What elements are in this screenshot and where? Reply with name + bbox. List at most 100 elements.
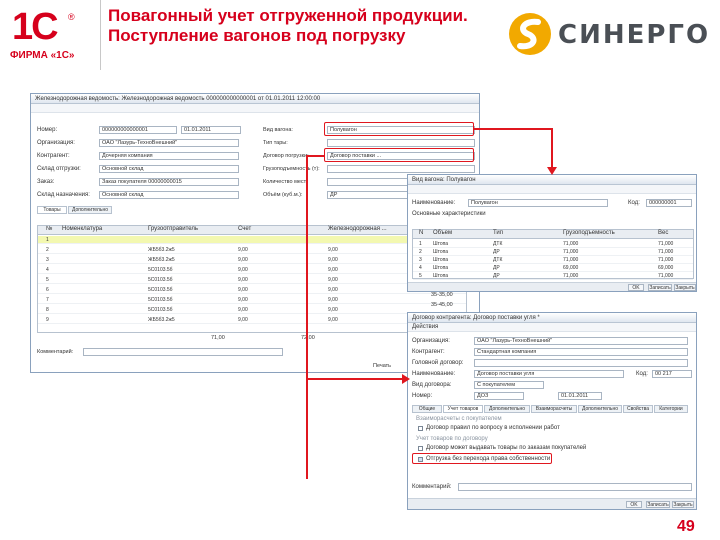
print-button[interactable]: Печать	[373, 362, 391, 370]
wagon-grid: N Объем Тип Грузоподъемность Вес 1 Штопа Д…	[412, 229, 694, 280]
capacity-field[interactable]	[327, 165, 475, 173]
table-row[interactable]: 7 5С0103.5б 9,00 9,00	[38, 296, 466, 304]
grid-cell-qty: 9,00	[238, 267, 248, 273]
grid-cell-code: ЖБ5б3.2ж5	[148, 257, 175, 263]
contract-date-field[interactable]: 01.01.2011	[558, 392, 602, 400]
tab-goods[interactable]: Товары	[37, 206, 67, 214]
grid-cell-qty2: 9,00	[328, 277, 338, 283]
connector-2-h1	[306, 155, 324, 157]
wagon-cell-a: Штопа	[433, 241, 449, 247]
sinergo-emblem-icon	[509, 13, 551, 55]
organization-field[interactable]: ОАО "Лазурь-ТехноВнешний"	[99, 139, 239, 147]
grid-cell-qty2: 9,00	[328, 287, 338, 293]
table-row[interactable]: 9 ЖБ5б3.2ж5 9,00 9,00	[38, 316, 466, 324]
contract-org-field[interactable]: ОАО "Лазурь-ТехноВнешний"	[474, 337, 688, 345]
contract-tab[interactable]: Общие	[412, 405, 442, 413]
contract-contractor-field[interactable]: Стандартная компания	[474, 348, 688, 356]
contract-window: Договор контрагента: Договор поставки уг…	[407, 312, 697, 510]
contract-name-field[interactable]: Договор поставки угля	[474, 370, 624, 378]
contract-code-field[interactable]: 00 217	[652, 370, 692, 378]
grid-cell-qty: 9,00	[238, 307, 248, 313]
order-field[interactable]: Заказ покупателя 00000000015	[99, 178, 239, 186]
grid-header-name: Номенклатура	[62, 226, 103, 232]
connector-1-h	[474, 128, 552, 130]
contract-parent-field[interactable]	[474, 359, 688, 367]
wagon-cell-d: 71,000	[658, 241, 674, 247]
contract-actions-menu[interactable]: Действия	[412, 324, 438, 330]
logo-sinergo-text: СИНЕРГО	[558, 20, 711, 50]
grid-cell-n: 1	[46, 237, 49, 243]
number-field[interactable]: 000000000000001	[99, 126, 177, 134]
wagon-save-button[interactable]: Записать	[648, 284, 672, 291]
checkbox-2[interactable]	[418, 446, 423, 451]
wagon-code-field[interactable]: 000000001	[646, 199, 692, 207]
wagon-grid-header: N Объем Тип Грузоподъемность Вес	[413, 230, 693, 239]
contract-ok-button[interactable]: OK	[626, 501, 642, 508]
wagon-cell-b: ДТК	[493, 257, 503, 263]
wagon-cell-n: 5	[419, 273, 422, 279]
contract-tab[interactable]: Категории	[654, 405, 688, 413]
wagon-cell-a: Штопа	[433, 265, 449, 271]
warehouse-field[interactable]: Основной склад	[99, 165, 239, 173]
tare-type-field[interactable]	[327, 139, 475, 147]
connector-2-arrow-icon	[402, 374, 410, 384]
grid-cell-n: 9	[46, 317, 49, 323]
contract-kind-field[interactable]: С покупателем	[474, 381, 544, 389]
wagon-row[interactable]: 5 Штопа ДР 71,000 71,000	[413, 272, 693, 280]
wagon-cell-c: 71,000	[563, 249, 579, 255]
side-value-1: 35-35,00	[431, 292, 453, 298]
contract-label: Контрагент:	[412, 349, 445, 355]
page-number: 49	[677, 518, 695, 535]
contract-tab[interactable]: Дополнительно	[578, 405, 622, 413]
contract-tab[interactable]: Учет товаров	[443, 405, 483, 413]
connector-2-v	[306, 155, 308, 479]
contract-number-field[interactable]: ДОЗ	[474, 392, 524, 400]
wagon-cell-c: 69,000	[563, 265, 579, 271]
tab-additional[interactable]: Дополнительно	[68, 206, 112, 214]
railway-statement-toolbar	[31, 104, 479, 113]
wagon-row[interactable]: 1 Штопа ДТК 71,000 71,000	[413, 240, 693, 248]
contract-tab[interactable]: Свойства	[623, 405, 653, 413]
wagon-row[interactable]: 2 Штопа ДР 71,000 71,000	[413, 248, 693, 256]
comment-field[interactable]	[83, 348, 283, 356]
connector-1-arrow-icon	[547, 167, 557, 175]
contract-label: Наименование:	[412, 371, 456, 377]
section-settlements: Взаиморасчеты с покупателем	[416, 416, 502, 422]
table-row[interactable]: 8 5С0103.5б 9,00 9,00	[38, 306, 466, 314]
contract-tab[interactable]: Взаиморасчеты	[531, 405, 577, 413]
table-row[interactable]: 1	[38, 236, 466, 244]
wagon-row[interactable]: 3 Штопа ДТК 71,000 71,000	[413, 256, 693, 264]
contractor-field[interactable]: Дочерняя компания	[99, 152, 239, 160]
field-label: Заказ:	[37, 179, 55, 185]
logo-1c: 1С ® ФИРМА «1С»	[8, 6, 86, 66]
wagon-close-button[interactable]: Закрыть	[674, 284, 696, 291]
table-row[interactable]: 2 ЖБ5б3.2ж5 9,00 9,00	[38, 246, 466, 254]
wagon-cell-n: 3	[419, 257, 422, 263]
table-row[interactable]: 4 5С0103.5б 9,00 9,00	[38, 266, 466, 274]
contract-comment-field[interactable]	[458, 483, 692, 491]
table-row[interactable]: 5 5С0103.5б 9,00 9,00	[38, 276, 466, 284]
wagon-row[interactable]: 4 Штопа ДР 69,000 69,000	[413, 264, 693, 272]
grid-cell-qty: 9,00	[238, 247, 248, 253]
date-field[interactable]: 01.01.2011	[181, 126, 241, 134]
wagon-name-field[interactable]: Полувагон	[468, 199, 608, 207]
grid-header-railway: Железнодорожная ...	[328, 226, 387, 232]
header-divider	[100, 0, 101, 70]
checkbox-1[interactable]	[418, 426, 423, 431]
wagon-cell-b: ДР	[493, 249, 500, 255]
contract-save-button[interactable]: Записать	[646, 501, 670, 508]
wagon-cell-c: 71,000	[563, 241, 579, 247]
destination-warehouse-field[interactable]: Основной склад	[99, 191, 239, 199]
wagon-header-weight: Вес	[658, 230, 669, 236]
wagon-cell-n: 4	[419, 265, 422, 271]
wagon-ok-button[interactable]: OK	[628, 284, 644, 291]
contract-tab[interactable]: Дополнительно	[484, 405, 530, 413]
right-field-label: Грузоподъемность (т):	[263, 166, 320, 172]
table-row[interactable]: 6 5С0103.5б 9,00 9,00	[38, 286, 466, 294]
field-label: Номер:	[37, 127, 58, 133]
table-row[interactable]: 3 ЖБ5б3.2ж5 9,00 9,00	[38, 256, 466, 264]
railway-statement-title: Железнодорожная ведомость: Железнодорожн…	[31, 94, 479, 104]
right-field-label: Объём (куб.м.):	[263, 192, 303, 198]
contract-close-button[interactable]: Закрыть	[672, 501, 694, 508]
grid-cell-code: 5С0103.5б	[148, 267, 173, 273]
